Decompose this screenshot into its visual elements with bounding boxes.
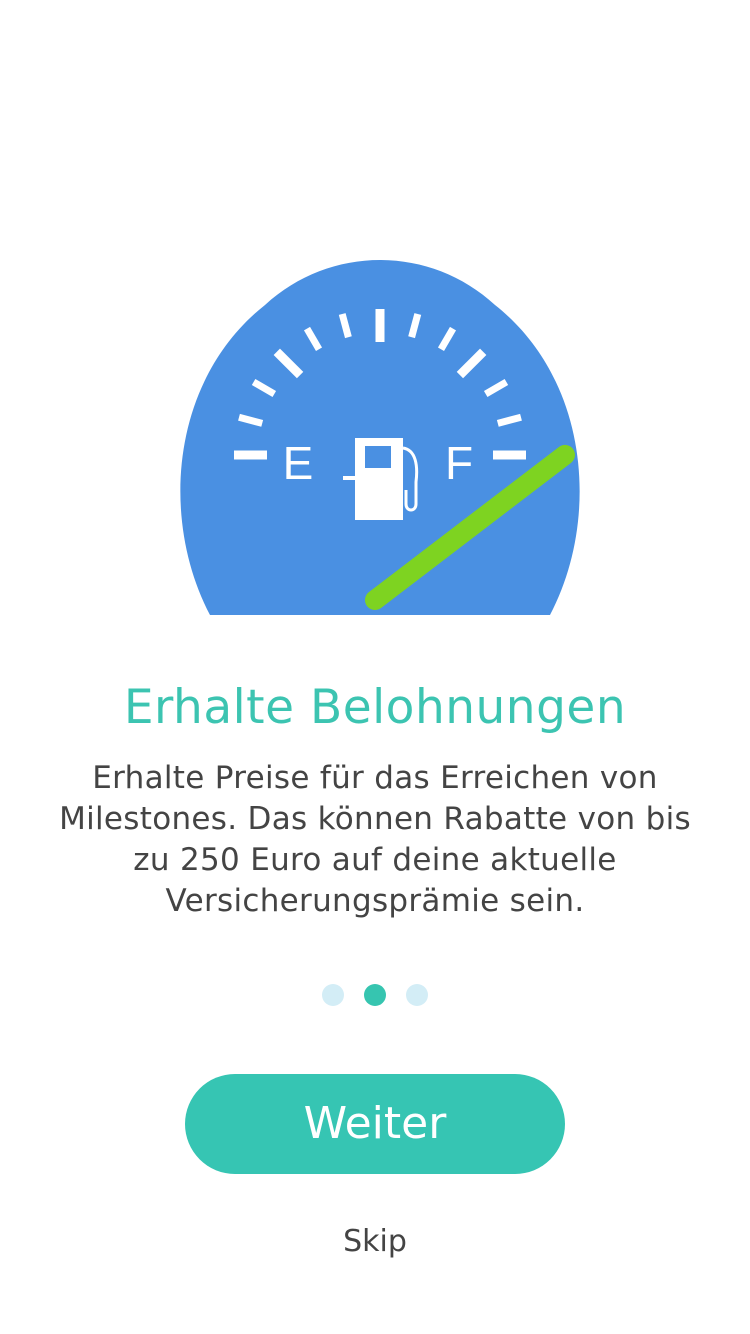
gauge-empty-label: E (283, 437, 314, 489)
gauge-full-label: F (445, 437, 473, 489)
page-dot-1[interactable] (322, 984, 344, 1006)
page-title: Erhalte Belohnungen (123, 680, 627, 735)
page-dot-2[interactable] (364, 984, 386, 1006)
fuel-gauge-illustration: E F (170, 250, 590, 620)
page-description: Erhalte Preise für das Erreichen von Mil… (59, 760, 691, 919)
fuel-gauge-icon: E F (180, 260, 580, 615)
page-indicator (0, 984, 750, 1006)
page-dot-3[interactable] (406, 984, 428, 1006)
next-button[interactable]: Weiter (185, 1074, 565, 1174)
skip-link[interactable]: Skip (0, 1222, 750, 1262)
